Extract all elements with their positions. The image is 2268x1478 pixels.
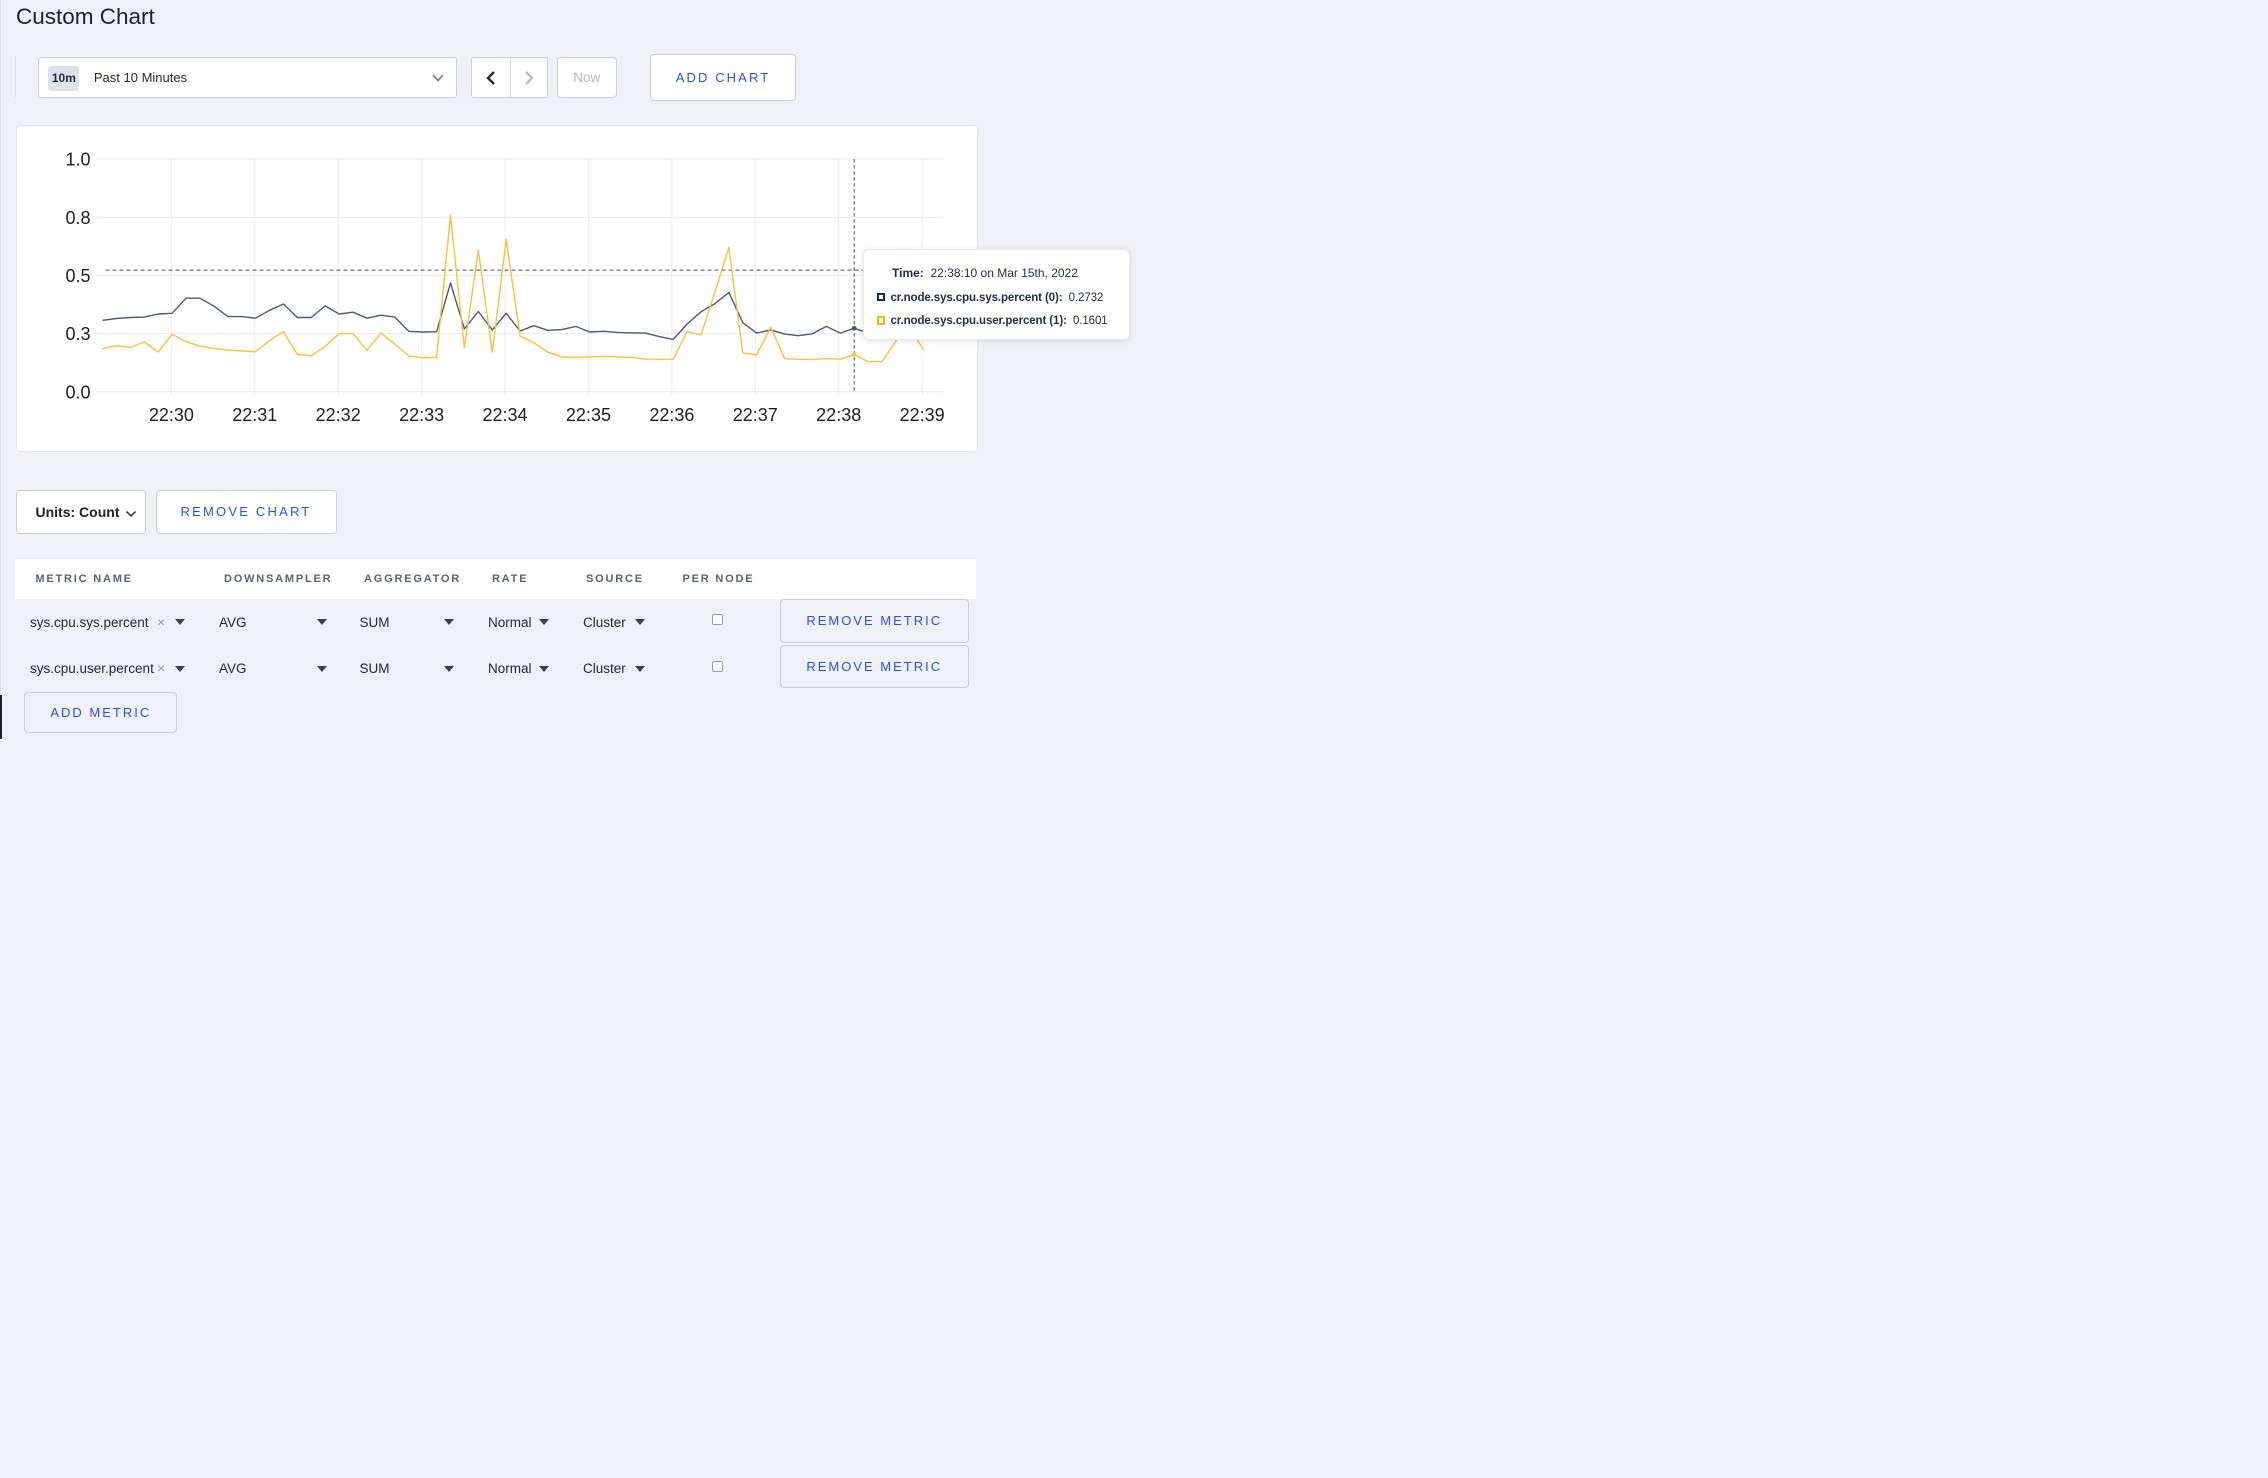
- svg-text:22:34: 22:34: [483, 405, 528, 425]
- svg-text:0.5: 0.5: [65, 266, 90, 286]
- svg-text:22:31: 22:31: [232, 405, 277, 425]
- svg-text:22:32: 22:32: [316, 405, 361, 425]
- svg-text:1.0: 1.0: [65, 150, 90, 170]
- svg-text:0.3: 0.3: [65, 324, 90, 344]
- svg-text:22:30: 22:30: [149, 405, 194, 425]
- svg-text:0.0: 0.0: [65, 383, 90, 403]
- svg-text:22:38: 22:38: [816, 405, 861, 425]
- svg-text:22:36: 22:36: [649, 405, 694, 425]
- svg-text:0.8: 0.8: [65, 208, 90, 228]
- svg-text:22:33: 22:33: [399, 405, 444, 425]
- svg-text:22:35: 22:35: [566, 405, 611, 425]
- svg-text:22:39: 22:39: [900, 405, 945, 425]
- svg-text:22:37: 22:37: [733, 405, 778, 425]
